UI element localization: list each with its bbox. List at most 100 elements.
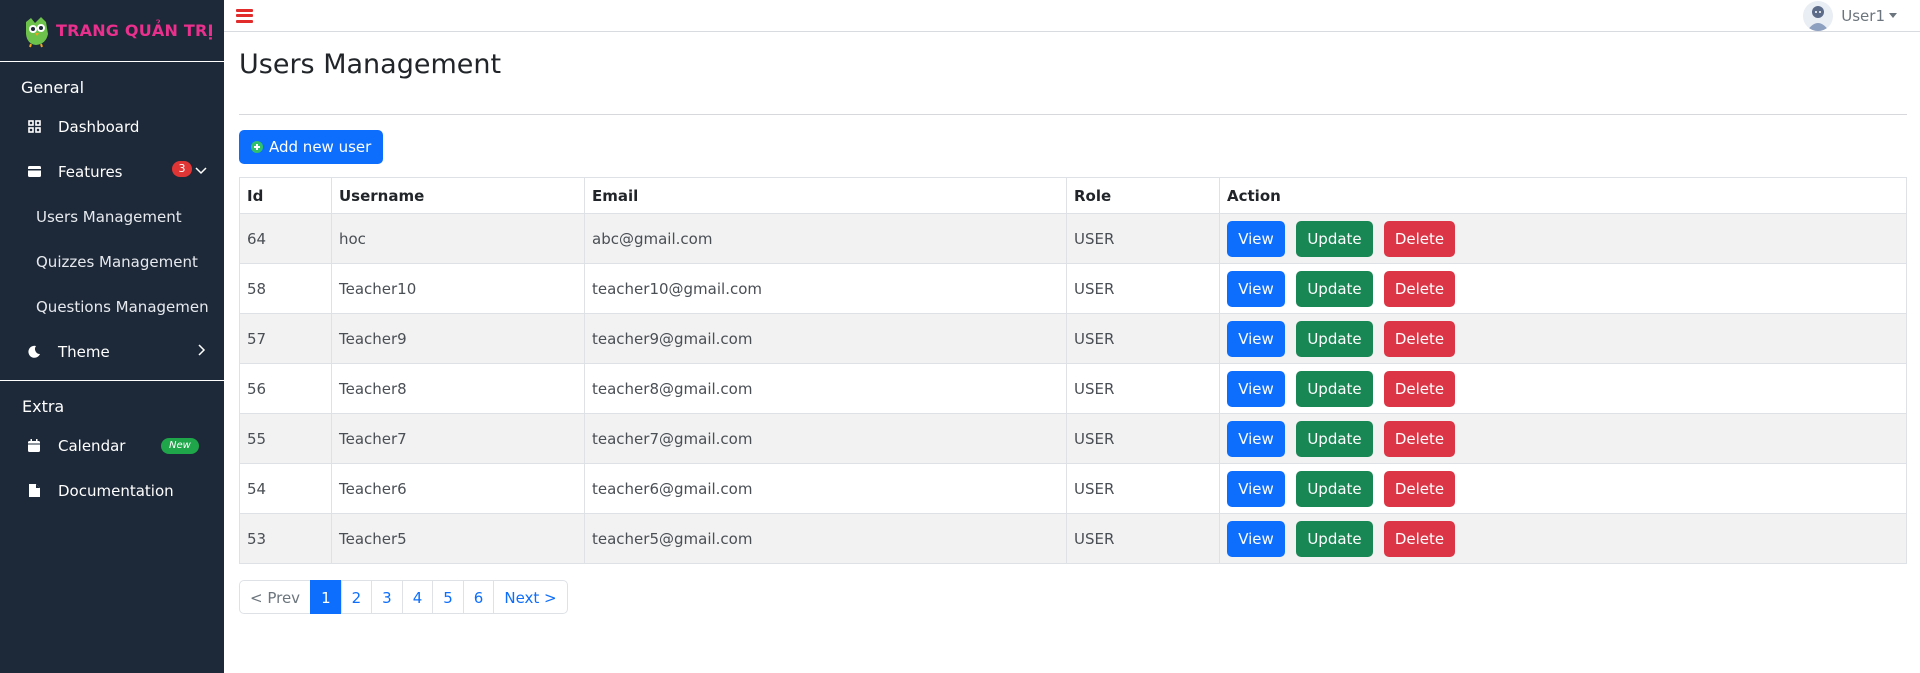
sidebar-item-label: Theme [58, 342, 110, 361]
cell-username: Teacher9 [331, 313, 585, 364]
sidebar-item-label: Dashboard [58, 117, 140, 136]
header-email: Email [584, 177, 1067, 214]
brand[interactable]: TRANG QUẢN TRỊ [0, 0, 224, 62]
cell-role: USER [1066, 463, 1220, 514]
cell-id: 53 [239, 513, 332, 564]
add-new-user-button[interactable]: Add new user [239, 130, 384, 164]
cell-actions: View Update Delete [1219, 263, 1907, 314]
moon-icon [27, 345, 41, 359]
update-button[interactable]: Update [1296, 370, 1373, 407]
cell-username: Teacher8 [331, 363, 585, 414]
sidebar-item-quizzes-management[interactable]: Quizzes Management [0, 239, 224, 284]
user-menu[interactable]: User1 [1803, 0, 1897, 31]
view-button[interactable]: View [1227, 370, 1285, 407]
cell-id: 57 [239, 313, 332, 364]
cell-role: USER [1066, 263, 1220, 314]
add-new-user-label: Add new user [269, 138, 372, 156]
cell-id: 64 [239, 213, 332, 264]
cell-username: Teacher10 [331, 263, 585, 314]
cell-actions: View Update Delete [1219, 213, 1907, 264]
brand-title: TRANG QUẢN TRỊ [56, 21, 214, 40]
hamburger-menu-icon[interactable] [236, 8, 253, 23]
cell-actions: View Update Delete [1219, 313, 1907, 364]
cell-actions: View Update Delete [1219, 463, 1907, 514]
sidebar: TRANG QUẢN TRỊ General Dashboard Feature… [0, 0, 224, 673]
sidebar-item-label: Features [58, 162, 123, 181]
chevron-down-icon [194, 163, 208, 177]
table-header-row: Id Username Email Role Action [239, 177, 1907, 214]
sidebar-item-label: Calendar [58, 436, 126, 455]
cell-id: 55 [239, 413, 332, 464]
page-button-1[interactable]: 1 [310, 580, 342, 614]
users-table: Id Username Email Role Action 64 hoc abc@g… [239, 177, 1907, 564]
sidebar-item-calendar[interactable]: Calendar New [0, 423, 224, 468]
general-heading: General [21, 78, 85, 97]
folder-icon [27, 165, 41, 179]
page-button-2[interactable]: 2 [340, 580, 373, 614]
cell-actions: View Update Delete [1219, 513, 1907, 564]
view-button[interactable]: View [1227, 320, 1285, 357]
cell-email: teacher9@gmail.com [584, 313, 1067, 364]
cell-email: teacher10@gmail.com [584, 263, 1067, 314]
table-row: 64 hoc abc@gmail.com USER View Update Delete [239, 213, 1907, 264]
view-button[interactable]: View [1227, 220, 1285, 257]
cell-email: teacher7@gmail.com [584, 413, 1067, 464]
update-button[interactable]: Update [1296, 270, 1373, 307]
delete-button[interactable]: Delete [1384, 420, 1455, 457]
cell-username: Teacher7 [331, 413, 585, 464]
cell-username: Teacher6 [331, 463, 585, 514]
cell-id: 56 [239, 363, 332, 414]
view-button[interactable]: View [1227, 270, 1285, 307]
plus-circle-icon [251, 141, 263, 153]
delete-button[interactable]: Delete [1384, 370, 1455, 407]
main-content: User1 Users Management Add new user Id U… [224, 0, 1920, 673]
cell-email: teacher8@gmail.com [584, 363, 1067, 414]
table-row: 57 Teacher9 teacher9@gmail.com USER View Upda… [239, 313, 1907, 364]
prev-page-button[interactable]: < Prev [239, 580, 312, 614]
sidebar-item-dashboard[interactable]: Dashboard [0, 104, 224, 149]
page-button-6[interactable]: 6 [462, 580, 495, 614]
cell-id: 58 [239, 263, 332, 314]
sidebar-item-theme[interactable]: Theme [0, 329, 224, 374]
update-button[interactable]: Update [1296, 220, 1373, 257]
cell-email: teacher6@gmail.com [584, 463, 1067, 514]
user-name: User1 [1841, 6, 1885, 25]
page-button-5[interactable]: 5 [432, 580, 464, 614]
sidebar-item-features[interactable]: Features 3 [0, 149, 224, 194]
sidebar-item-users-management[interactable]: Users Management [0, 194, 224, 239]
table-row: 54 Teacher6 teacher6@gmail.com USER View Upda… [239, 463, 1907, 514]
cell-role: USER [1066, 363, 1220, 414]
next-page-button[interactable]: Next > [493, 580, 568, 614]
owl-logo-icon [22, 14, 52, 48]
delete-button[interactable]: Delete [1384, 470, 1455, 507]
new-badge: New [161, 438, 199, 454]
header-role: Role [1066, 177, 1220, 214]
page-button-3[interactable]: 3 [371, 580, 403, 614]
calendar-icon [27, 439, 41, 453]
dashboard-icon [27, 120, 41, 134]
cell-actions: View Update Delete [1219, 363, 1907, 414]
view-button[interactable]: View [1227, 420, 1285, 457]
topbar: User1 [224, 0, 1920, 32]
caret-down-icon [1889, 13, 1897, 18]
delete-button[interactable]: Delete [1384, 270, 1455, 307]
page-button-4[interactable]: 4 [401, 580, 434, 614]
delete-button[interactable]: Delete [1384, 520, 1455, 557]
update-button[interactable]: Update [1296, 320, 1373, 357]
update-button[interactable]: Update [1296, 520, 1373, 557]
sidebar-item-questions-management[interactable]: Questions Management [0, 284, 208, 329]
cell-role: USER [1066, 313, 1220, 364]
cell-username: hoc [331, 213, 585, 264]
table-row: 56 Teacher8 teacher8@gmail.com USER View Upda… [239, 363, 1907, 414]
view-button[interactable]: View [1227, 520, 1285, 557]
delete-button[interactable]: Delete [1384, 220, 1455, 257]
cell-role: USER [1066, 513, 1220, 564]
chevron-right-icon [194, 343, 208, 357]
sidebar-item-documentation[interactable]: Documentation [0, 468, 224, 513]
view-button[interactable]: View [1227, 470, 1285, 507]
cell-email: teacher5@gmail.com [584, 513, 1067, 564]
delete-button[interactable]: Delete [1384, 320, 1455, 357]
cell-role: USER [1066, 213, 1220, 264]
update-button[interactable]: Update [1296, 470, 1373, 507]
update-button[interactable]: Update [1296, 420, 1373, 457]
